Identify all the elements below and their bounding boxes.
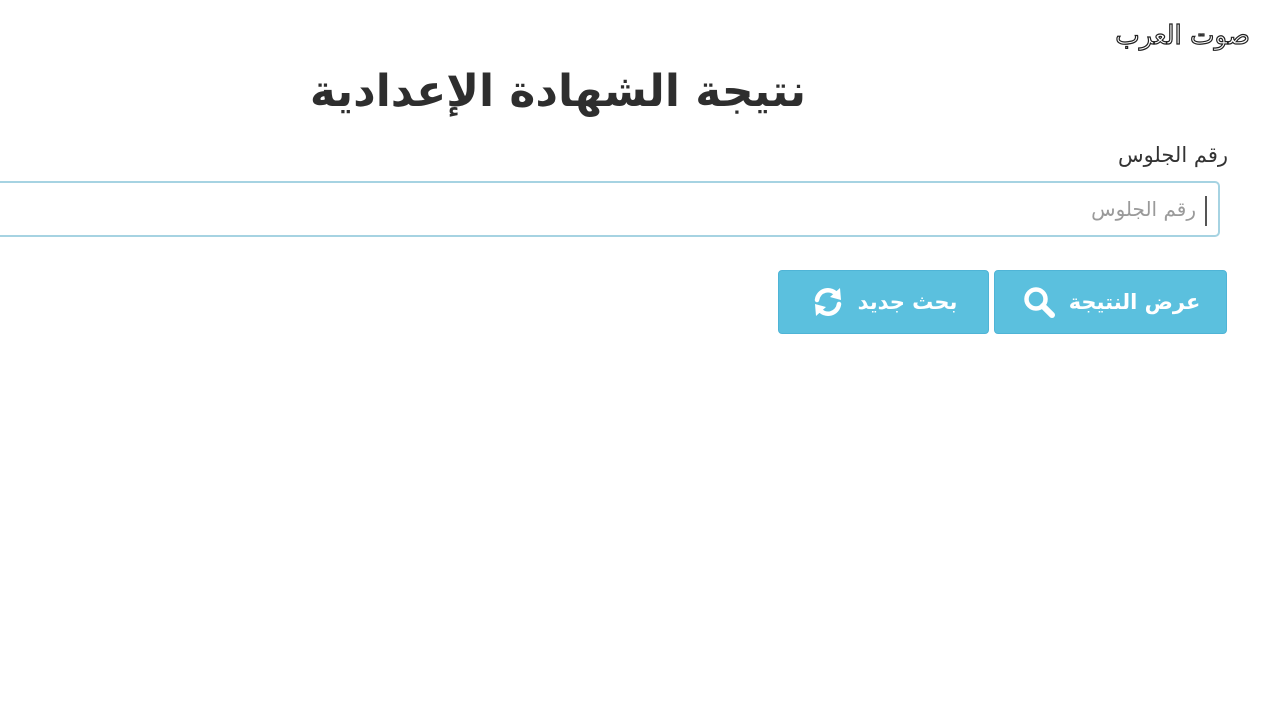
page-title: نتيجة الشهادة الإعدادية: [309, 66, 807, 117]
result-page: صوت العرب نتيجة الشهادة الإعدادية رقم ال…: [0, 0, 1280, 720]
refresh-icon: [810, 284, 846, 320]
seat-number-label: رقم الجلوس: [1117, 143, 1228, 167]
new-search-label: بحث جديد: [857, 290, 958, 314]
show-result-label: عرض النتيجة: [1068, 290, 1201, 314]
search-icon: [1021, 284, 1057, 320]
text-caret: [1205, 196, 1207, 226]
watermark-logo: صوت العرب: [1115, 20, 1250, 51]
show-result-button[interactable]: عرض النتيجة: [994, 270, 1227, 334]
seat-number-input[interactable]: [0, 181, 1220, 237]
new-search-button[interactable]: بحث جديد: [778, 270, 989, 334]
